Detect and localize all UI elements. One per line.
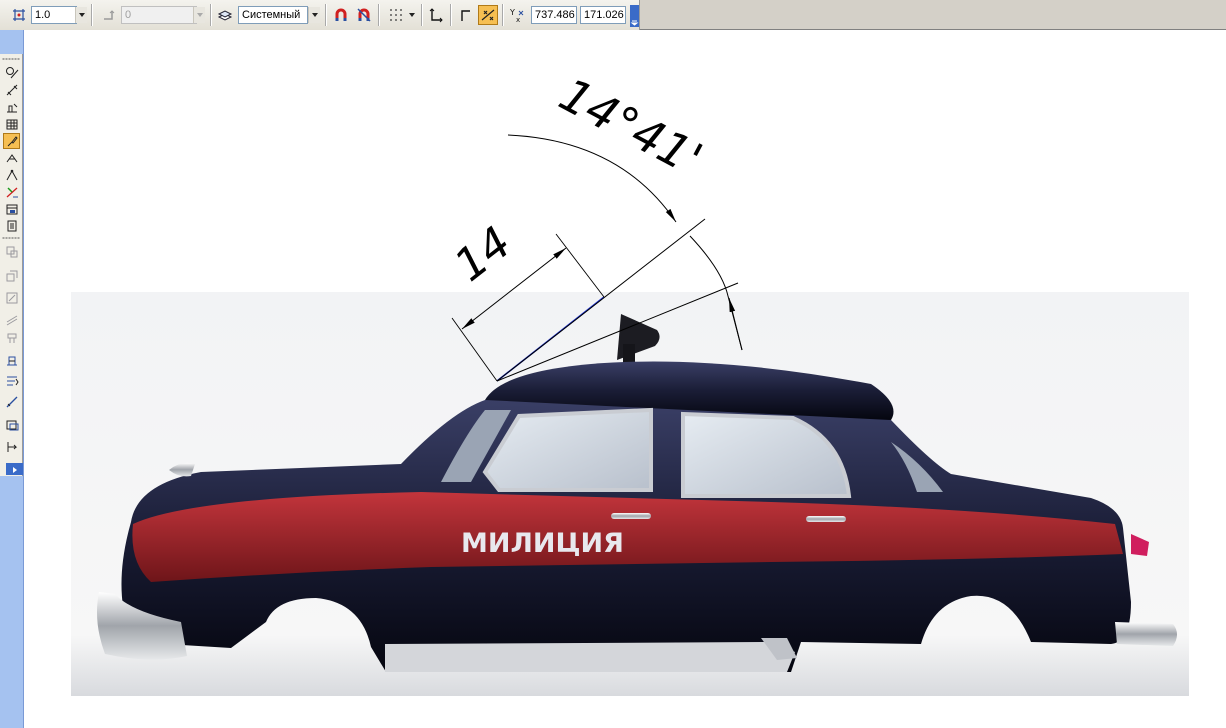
coordinate-system-select[interactable]: Системный — [238, 6, 308, 24]
coord-y-field[interactable]: 171.026 — [580, 6, 626, 24]
symbols-icon[interactable] — [3, 99, 20, 115]
door-handle-rear — [806, 516, 846, 522]
coordinates-icon: Yx — [508, 5, 528, 25]
attach-icon[interactable] — [3, 439, 20, 455]
hatch-icon — [3, 312, 20, 328]
angular-dimension-arc[interactable] — [507, 134, 677, 223]
ortho-icon[interactable] — [456, 5, 476, 25]
edit-icon[interactable] — [3, 133, 20, 149]
top-toolbar: 1.0 0 Системный Y x 737.486 171.026 — [0, 0, 1226, 30]
step-field: 0 — [121, 6, 197, 24]
toolbar-grip-2[interactable] — [2, 237, 20, 239]
tables-icon[interactable] — [3, 116, 20, 132]
specification-icon[interactable] — [3, 201, 20, 217]
toolbar-grip[interactable] — [2, 58, 20, 60]
angular-dimension-value[interactable]: 14°41' — [551, 67, 711, 186]
selection-icon[interactable] — [3, 184, 20, 200]
magnet-off-icon[interactable] — [354, 5, 374, 25]
snap-grid-icon[interactable] — [9, 5, 29, 25]
frame-icon[interactable] — [3, 417, 20, 433]
local-cs-icon[interactable] — [426, 5, 446, 25]
grid-dropdown[interactable] — [406, 7, 418, 23]
copy-icon — [3, 268, 20, 284]
measure-icon[interactable] — [3, 167, 20, 183]
scale-field[interactable]: 1.0 — [31, 6, 77, 24]
dimensions-icon[interactable] — [3, 82, 20, 98]
draw-line-icon[interactable] — [3, 394, 20, 410]
layers-icon[interactable] — [3, 372, 20, 388]
snapping-active-icon[interactable] — [478, 5, 498, 25]
compact-toolbar — [0, 54, 23, 476]
layer-icon[interactable] — [215, 5, 235, 25]
scale-dropdown[interactable] — [75, 7, 87, 23]
macro-icon[interactable] — [3, 352, 20, 368]
toolbar-overflow-button[interactable] — [630, 5, 639, 27]
car-photo: МИЛИЦИЯ — [71, 292, 1189, 696]
step-icon — [99, 5, 119, 25]
parametrization-icon[interactable] — [3, 150, 20, 166]
insert-icon — [3, 290, 20, 306]
linear-dimension-value[interactable]: 14 — [445, 217, 521, 292]
svg-text:Y: Y — [509, 8, 515, 17]
extension-line-2 — [555, 233, 605, 298]
step-dropdown — [193, 7, 205, 23]
grid-icon[interactable] — [386, 5, 406, 25]
current-state-toolbar: 1.0 0 Системный Y x 737.486 171.026 — [0, 0, 640, 30]
coordinate-system-dropdown[interactable] — [308, 7, 320, 23]
geometry-icon[interactable] — [3, 64, 20, 80]
fragment-icon — [3, 330, 20, 346]
reports-icon[interactable] — [3, 218, 20, 234]
car-lettering: МИЛИЦИЯ — [461, 528, 624, 559]
coord-x-field[interactable]: 737.486 — [531, 6, 577, 24]
rear-bumper — [1115, 622, 1177, 646]
toolbar-expand-button[interactable] — [6, 463, 23, 475]
magnet-icon[interactable] — [331, 5, 351, 25]
running-board — [385, 642, 795, 672]
svg-text:x: x — [516, 16, 520, 23]
view-icon — [3, 244, 20, 260]
door-handle-front — [611, 513, 651, 519]
